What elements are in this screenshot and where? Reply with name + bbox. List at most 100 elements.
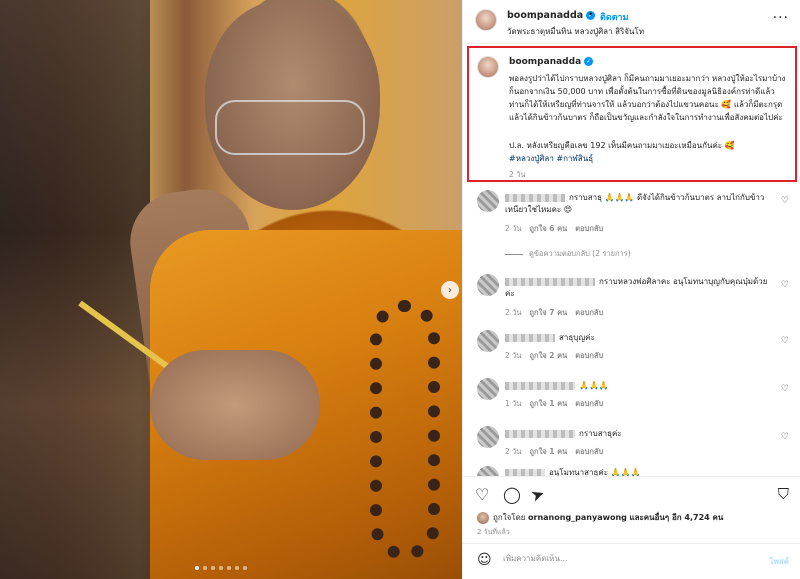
comment-time: 2 วัน xyxy=(505,351,522,360)
photo-background-shrine xyxy=(0,0,150,579)
avatar[interactable] xyxy=(477,274,499,296)
comment-body: สาธุบุญค่ะ xyxy=(505,332,775,344)
comment-body: อนุโมทนาสาธุค่ะ 🙏🙏🙏 xyxy=(505,467,775,476)
chevron-right-icon: › xyxy=(448,284,452,296)
carousel-dot xyxy=(195,566,199,570)
blurred-username[interactable] xyxy=(505,468,545,476)
carousel-dot xyxy=(203,566,207,570)
avatar[interactable] xyxy=(477,466,499,476)
carousel-dot xyxy=(243,566,247,570)
avatar[interactable] xyxy=(477,56,499,78)
heart-icon[interactable]: ♡ xyxy=(781,280,789,290)
heart-icon[interactable]: ♡ xyxy=(781,432,789,442)
caption-ps-text: ป.ล. หลังเหรียญคือเลข 192 เห็นมีคนถามมาเ… xyxy=(509,141,735,150)
comment-meta: 2 วัน ถูกใจ 2 คน ตอบกลับ xyxy=(505,350,603,362)
heart-icon[interactable]: ♡ xyxy=(781,196,789,206)
comment-meta: 2 วัน ถูกใจ 1 คน ตอบกลับ xyxy=(505,446,603,458)
comment-likes[interactable]: ถูกใจ 7 คน xyxy=(530,308,568,317)
comments-list: กราบสาธุ 🙏🙏🙏 ดีจังได้กินข้าวก้นบาตร ลาบไ… xyxy=(463,186,800,476)
comment-meta: 2 วัน ถูกใจ 6 คน ตอบกลับ xyxy=(505,223,603,235)
avatar[interactable] xyxy=(477,511,489,524)
post-actions-bar: ♡ ◯ ➤ ⛉ ถูกใจโดย ornanong_panyawong และค… xyxy=(463,476,800,576)
bookmark-icon[interactable]: ⛉ xyxy=(778,485,789,503)
liked-by-prefix: ถูกใจโดย xyxy=(493,513,526,522)
carousel-dots xyxy=(195,566,247,570)
separator-dot: • xyxy=(588,10,594,20)
divider-line xyxy=(505,253,523,255)
comment-likes[interactable]: ถูกใจ 6 คน xyxy=(530,224,568,233)
caption-username[interactable]: boompanadda ✓ xyxy=(509,57,594,67)
comment-body: กราบหลวงพ่อศิลาคะ อนุโมทนาบุญกับคุณบุ๋มด… xyxy=(505,276,775,300)
comment-meta: 1 วัน ถูกใจ 1 คน ตอบกลับ xyxy=(505,398,603,410)
liked-by-others[interactable]: และคนอื่นๆ อีก 4,724 คน xyxy=(629,511,723,524)
heart-icon[interactable]: ♡ xyxy=(781,336,789,346)
comment-body: กราบสาธุ 🙏🙏🙏 ดีจังได้กินข้าวก้นบาตร ลาบไ… xyxy=(505,192,775,216)
comment-icon[interactable]: ◯ xyxy=(503,485,521,504)
verified-badge-icon: ✓ xyxy=(584,57,594,66)
heart-icon[interactable]: ♡ xyxy=(781,384,789,394)
comment-text: 🙏🙏🙏 xyxy=(579,381,609,390)
photo-monk-hands xyxy=(150,350,320,460)
carousel-dot xyxy=(219,566,223,570)
comment-time: 2 วัน xyxy=(505,308,522,317)
blurred-username[interactable] xyxy=(505,333,555,342)
add-comment-bar: ☺ โพสต์ xyxy=(463,543,800,577)
blurred-username[interactable] xyxy=(505,277,595,286)
blurred-username[interactable] xyxy=(505,193,565,202)
avatar[interactable] xyxy=(475,9,497,31)
post-header: boompanadda ✓ • ติดตาม วัดพระธาตุหมื่นทิน… xyxy=(463,0,800,44)
reply-button[interactable]: ตอบกลับ xyxy=(575,224,603,233)
comment-text: อนุโมทนาสาธุค่ะ 🙏🙏🙏 xyxy=(549,468,641,476)
follow-button[interactable]: ติดตาม xyxy=(600,10,629,24)
carousel-dot xyxy=(211,566,215,570)
avatar[interactable] xyxy=(477,190,499,212)
comment-likes[interactable]: ถูกใจ 1 คน xyxy=(530,399,568,408)
username-text[interactable]: boompanadda xyxy=(507,10,583,21)
post-photo: › xyxy=(0,0,462,579)
carousel-next-button[interactable]: › xyxy=(441,281,459,299)
caption-ps: ป.ล. หลังเหรียญคือเลข 192 เห็นมีคนถามมาเ… xyxy=(509,139,789,165)
blurred-username[interactable] xyxy=(505,429,575,438)
caption-hashtags[interactable]: #หลวงปู่ศิลา #กาฬสินธุ์ xyxy=(509,152,789,165)
comment-meta: 2 วัน ถูกใจ 7 คน ตอบกลับ xyxy=(505,307,603,319)
post-side-panel: boompanadda ✓ • ติดตาม วัดพระธาตุหมื่นทิน… xyxy=(462,0,800,579)
photo-glasses xyxy=(215,100,365,155)
post-time: 2 วันที่แล้ว xyxy=(477,528,510,536)
comment-body: 🙏🙏🙏 xyxy=(505,380,775,392)
caption-time: 2 วัน xyxy=(509,170,526,179)
view-replies-button[interactable]: ดูข้อความตอบกลับ (2 รายการ) xyxy=(505,248,631,260)
carousel-dot xyxy=(227,566,231,570)
comment-text: กราบสาธุค่ะ xyxy=(579,429,622,438)
photo-prayer-beads xyxy=(370,300,440,560)
more-horizontal-icon[interactable]: ··· xyxy=(773,10,789,26)
blurred-username[interactable] xyxy=(505,381,575,390)
caption-highlight-box: boompanadda ✓ พอลงรูปว่าได้ไปกราบหลวงปู่ศ… xyxy=(467,46,797,182)
reply-button[interactable]: ตอบกลับ xyxy=(575,308,603,317)
avatar[interactable] xyxy=(477,426,499,448)
username-text[interactable]: boompanadda xyxy=(509,57,581,67)
comment-time: 1 วัน xyxy=(505,399,522,408)
header-username[interactable]: boompanadda ✓ xyxy=(507,10,596,21)
reply-button[interactable]: ตอบกลับ xyxy=(575,351,603,360)
reply-button[interactable]: ตอบกลับ xyxy=(575,447,603,456)
likes-summary: ถูกใจโดย ornanong_panyawong และคนอื่นๆ อ… xyxy=(477,511,723,524)
comment-body: กราบสาธุค่ะ xyxy=(505,428,775,440)
instagram-post-view: › boompanadda ✓ • ติดตาม วัดพระธาตุหมื่นท… xyxy=(0,0,800,579)
avatar[interactable] xyxy=(477,378,499,400)
location-link[interactable]: วัดพระธาตุหมื่นทิน หลวงปู่ศิลา สิริจันโท xyxy=(507,25,644,38)
comment-likes[interactable]: ถูกใจ 2 คน xyxy=(530,351,568,360)
reply-button[interactable]: ตอบกลับ xyxy=(575,399,603,408)
comment-time: 2 วัน xyxy=(505,224,522,233)
post-comment-button[interactable]: โพสต์ xyxy=(769,555,789,568)
avatar[interactable] xyxy=(477,330,499,352)
comment-input[interactable] xyxy=(503,554,743,563)
comment-text: สาธุบุญค่ะ xyxy=(559,333,595,342)
share-icon[interactable]: ➤ xyxy=(528,483,547,505)
carousel-dot xyxy=(235,566,239,570)
emoji-icon[interactable]: ☺ xyxy=(477,552,492,568)
heart-icon[interactable]: ♡ xyxy=(475,485,489,504)
liked-by-user[interactable]: ornanong_panyawong xyxy=(528,513,627,522)
view-replies-label[interactable]: ดูข้อความตอบกลับ (2 รายการ) xyxy=(529,249,631,258)
comment-time: 2 วัน xyxy=(505,447,522,456)
comment-likes[interactable]: ถูกใจ 1 คน xyxy=(530,447,568,456)
